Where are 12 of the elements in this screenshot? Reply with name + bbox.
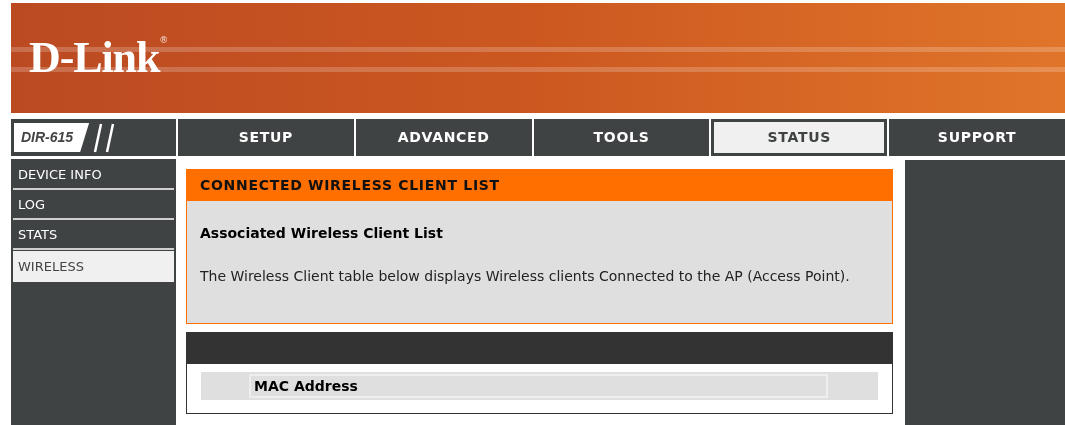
section-title: CONNECTED WIRELESS CLIENT LIST xyxy=(187,170,892,201)
sidebar-item[interactable]: LOG xyxy=(13,191,174,220)
column-header: MAC Address xyxy=(249,374,828,398)
sidebar-item[interactable]: DEVICE INFO xyxy=(13,161,174,190)
slash-lines-icon xyxy=(93,122,116,153)
brand-logo: D-Link xyxy=(29,36,160,80)
registered-mark: ® xyxy=(159,36,169,45)
section-heading: Associated Wireless Client List xyxy=(199,224,444,243)
sidebar-item[interactable]: WIRELESS xyxy=(13,251,174,282)
nav-tab[interactable]: STATUS xyxy=(714,122,885,153)
model-label: DIR-615 xyxy=(14,123,90,152)
section-description: The Wireless Client table below displays Wireless clients Connected to the AP (Access Point). xyxy=(199,267,851,286)
